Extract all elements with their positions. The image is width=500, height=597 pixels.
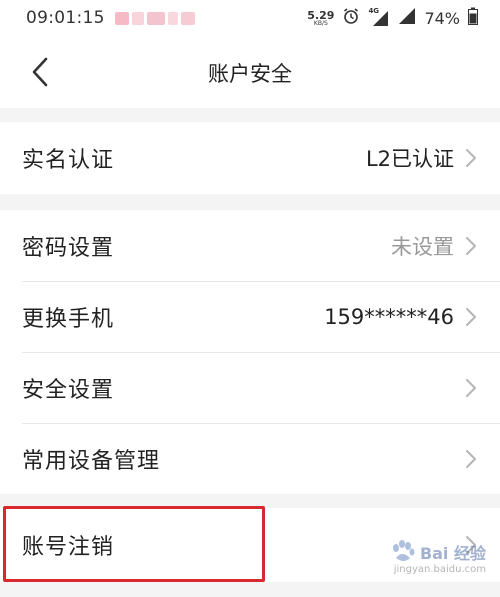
battery-percentage: 74% xyxy=(424,8,460,28)
row-real-name-verification[interactable]: 实名认证 L2已认证 xyxy=(0,122,500,194)
signal-4g-icon: 4G xyxy=(368,7,390,27)
phone-number: 159******46 xyxy=(324,305,454,329)
battery-icon xyxy=(468,7,478,29)
row-label: 更换手机 xyxy=(22,307,115,332)
chevron-right-icon xyxy=(464,147,478,169)
row-label: 实名认证 xyxy=(22,148,115,173)
password-status: 未设置 xyxy=(391,234,454,259)
row-label: 密码设置 xyxy=(22,235,115,261)
watermark-url: jingyan.baidu.com xyxy=(393,564,486,575)
chevron-right-icon xyxy=(464,306,478,328)
signal-strength-icon xyxy=(398,7,416,29)
status-right: 5.29 KB/S 4G 74% xyxy=(307,7,478,29)
section-gap xyxy=(0,194,500,210)
network-speed-value: 5.29 xyxy=(307,8,335,22)
chevron-right-icon xyxy=(464,235,478,257)
status-left: 09:01:15 xyxy=(26,8,195,28)
navigation-bar: 账户安全 xyxy=(0,36,500,108)
row-label: 常用设备管理 xyxy=(22,449,161,474)
row-change-phone[interactable]: 更换手机 159******46 xyxy=(0,282,500,352)
status-time: 09:01:15 xyxy=(26,8,105,28)
status-bar: 09:01:15 5.29 KB/S 4G 74% xyxy=(0,0,500,36)
account-security-screen: 09:01:15 5.29 KB/S 4G 74% 账户安全 实名认证 L2已认… xyxy=(0,0,500,597)
section-gap xyxy=(0,108,500,122)
page-title: 账户安全 xyxy=(208,62,292,86)
row-device-management[interactable]: 常用设备管理 xyxy=(0,424,500,494)
highlight-annotation-box xyxy=(3,506,265,582)
verification-status: L2已认证 xyxy=(365,147,454,171)
network-speed-unit: KB/S xyxy=(313,19,328,27)
watermark-text: Bai 经验 xyxy=(419,544,486,563)
alarm-icon xyxy=(342,7,360,29)
blurred-notification-icons xyxy=(114,11,195,25)
row-security-settings[interactable]: 安全设置 xyxy=(0,353,500,423)
network-speed: 5.29 KB/S xyxy=(307,10,334,27)
chevron-right-icon xyxy=(464,448,478,470)
baidu-jingyan-watermark: Bai 经验 jingyan.baidu.com xyxy=(390,540,486,575)
section-gap xyxy=(0,582,500,597)
chevron-right-icon xyxy=(464,377,478,399)
paw-icon xyxy=(392,540,415,561)
row-password-settings[interactable]: 密码设置 未设置 xyxy=(0,210,500,281)
row-label: 安全设置 xyxy=(22,378,115,403)
